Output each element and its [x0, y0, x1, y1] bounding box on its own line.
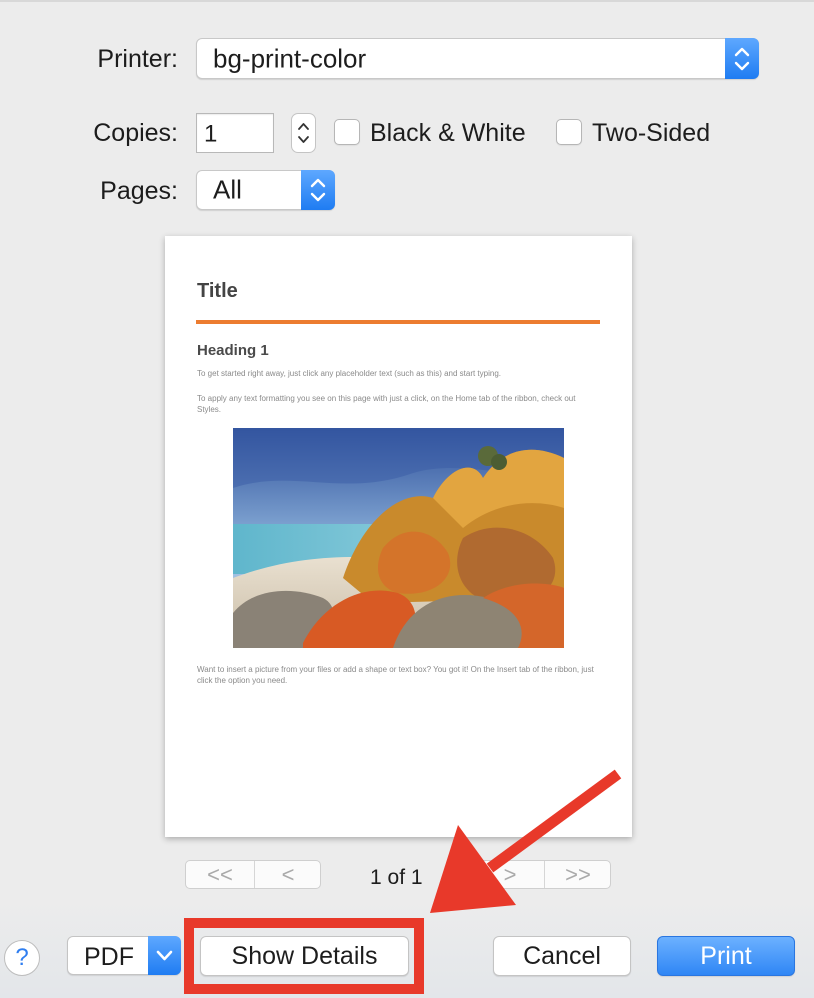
annotation-arrow — [430, 769, 622, 913]
